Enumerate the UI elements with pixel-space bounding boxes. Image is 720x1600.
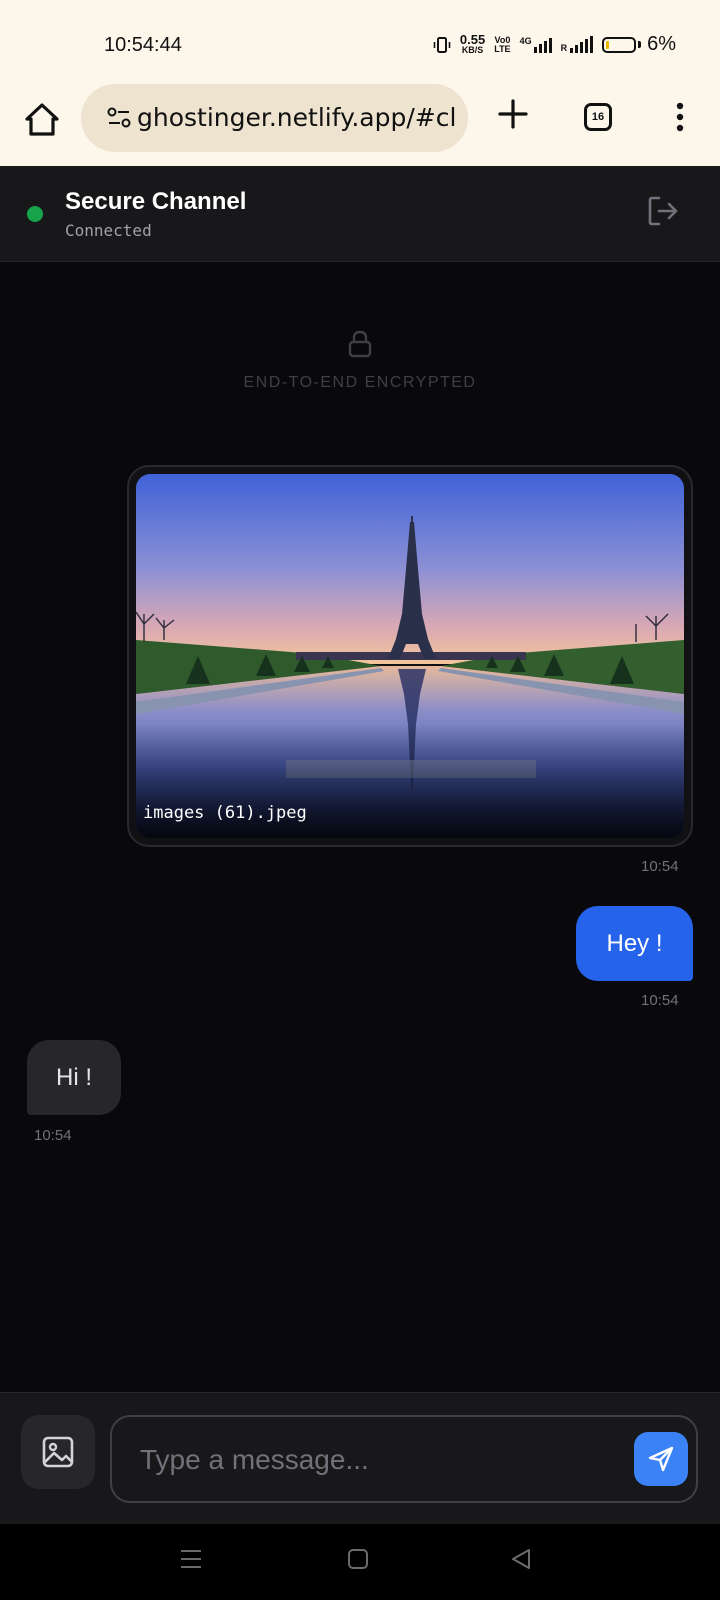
leave-channel-button[interactable] xyxy=(646,194,680,228)
home-button[interactable] xyxy=(22,100,62,140)
volte-indicator: Vo0 LTE xyxy=(494,34,511,54)
site-settings-icon[interactable] xyxy=(107,106,131,130)
message-composer xyxy=(0,1392,720,1525)
logout-icon xyxy=(648,196,678,226)
message-input[interactable] xyxy=(138,1435,612,1485)
status-bar: 10:54:44 0.55 KB/S Vo0 LTE 4G R 6% xyxy=(0,0,720,82)
chat-header: Secure Channel Connected xyxy=(0,166,720,262)
recent-apps-icon[interactable] xyxy=(180,1548,202,1570)
tab-count: 16 xyxy=(591,111,605,123)
send-icon xyxy=(648,1446,674,1472)
image-filename: images (61).jpeg xyxy=(143,803,307,823)
new-tab-button[interactable] xyxy=(495,96,531,132)
lock-icon xyxy=(348,330,372,358)
signal-4g-icon: 4G xyxy=(520,36,552,53)
url-text[interactable]: ghostinger.netlify.app/#cl xyxy=(137,103,462,132)
system-navigation-bar xyxy=(0,1524,720,1600)
send-button[interactable] xyxy=(634,1432,688,1486)
channel-title: Secure Channel xyxy=(65,188,247,215)
message-text: Hi ! xyxy=(56,1063,92,1091)
vibrate-icon xyxy=(433,36,451,53)
message-text: Hey ! xyxy=(606,929,663,957)
outgoing-message[interactable]: Hey ! xyxy=(576,906,693,981)
address-bar[interactable]: ghostinger.netlify.app/#cl xyxy=(81,84,468,152)
image-icon xyxy=(42,1436,74,1468)
incoming-message[interactable]: Hi ! xyxy=(27,1040,121,1115)
encryption-notice: END-TO-END ENCRYPTED xyxy=(243,374,477,391)
more-vert-icon xyxy=(676,102,684,132)
network-speed: 0.55 KB/S xyxy=(459,32,486,55)
connection-status-dot xyxy=(27,206,43,222)
tabs-button[interactable]: 16 xyxy=(584,103,612,131)
more-menu-button[interactable] xyxy=(670,102,690,134)
message-time: 10:54 xyxy=(641,992,679,1009)
battery-percent: 6% xyxy=(647,33,676,55)
plus-icon xyxy=(498,99,528,129)
image-message-time: 10:54 xyxy=(641,858,679,875)
battery-icon: 6% xyxy=(602,33,676,56)
home-icon xyxy=(25,103,59,136)
home-nav-icon[interactable] xyxy=(347,1548,369,1570)
connection-status: Connected xyxy=(65,221,152,240)
image-message[interactable]: images (61).jpeg xyxy=(127,465,693,847)
status-icons: 0.55 KB/S Vo0 LTE 4G R 6% xyxy=(433,33,676,56)
attach-image-button[interactable] xyxy=(21,1415,95,1489)
attached-image[interactable] xyxy=(136,474,684,838)
browser-toolbar: ghostinger.netlify.app/#cl 16 xyxy=(0,82,720,167)
back-nav-icon[interactable] xyxy=(510,1548,532,1570)
message-field[interactable] xyxy=(110,1415,698,1503)
signal-roaming-icon: R xyxy=(561,35,594,53)
status-time: 10:54:44 xyxy=(104,34,182,56)
message-time: 10:54 xyxy=(34,1127,72,1144)
